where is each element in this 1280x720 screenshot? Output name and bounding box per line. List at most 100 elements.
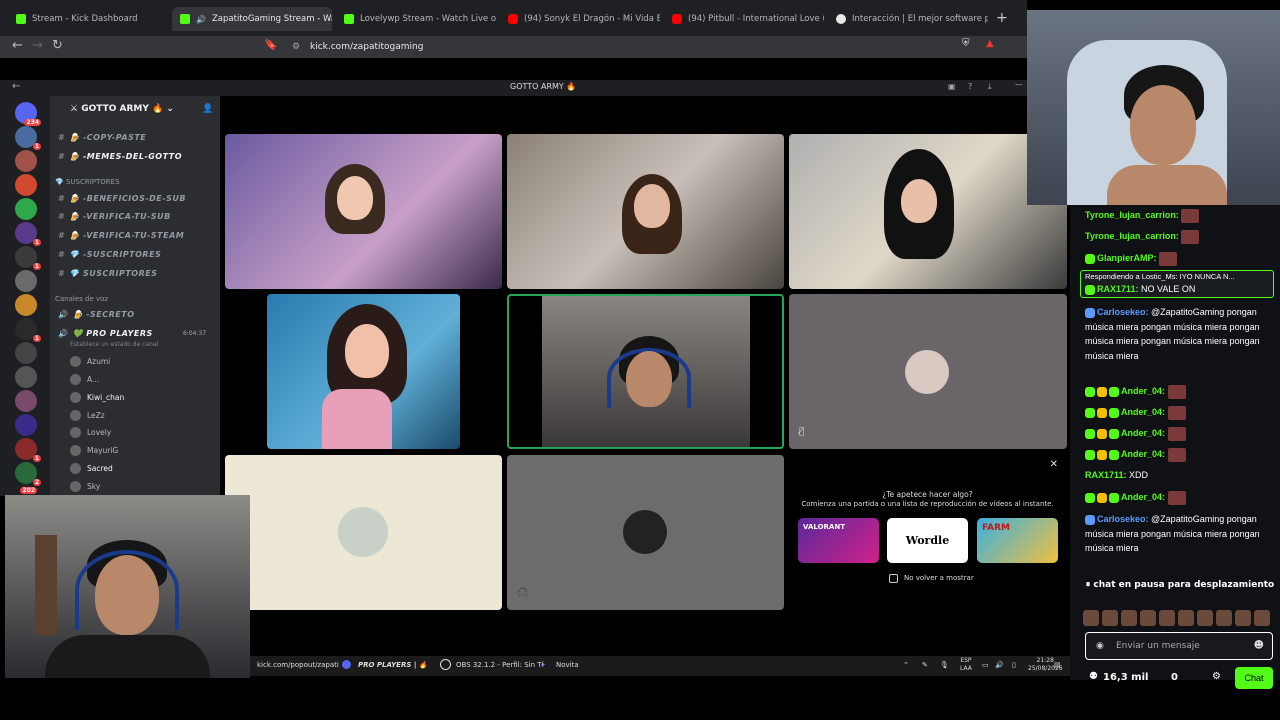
- channel-status[interactable]: Establece un estado de canal: [70, 341, 158, 348]
- gear-icon[interactable]: ⚙: [1212, 671, 1221, 682]
- activity-card-valorant[interactable]: VALORANT: [798, 518, 879, 563]
- voice-channel-pro-players[interactable]: 🔊 💚 PRO PLAYERS: [58, 329, 153, 338]
- chat-message[interactable]: Ander_04:: [1085, 447, 1275, 462]
- channel-copy-paste[interactable]: # 🍺 -COPY-PASTE: [58, 133, 146, 142]
- guild-name[interactable]: ⚔ GOTTO ARMY 🔥 ⌄: [70, 104, 174, 114]
- voice-member[interactable]: Lovely: [70, 427, 111, 438]
- server-icon[interactable]: 234: [15, 102, 41, 126]
- channel-suscriptores[interactable]: # 💎 -SUSCRIPTORES: [58, 250, 161, 259]
- taskbar-item-obs[interactable]: OBS 32.1.2 - Perfil: Sin Tí: [456, 661, 543, 669]
- emote[interactable]: [1121, 610, 1137, 626]
- emote[interactable]: [1216, 610, 1232, 626]
- emote[interactable]: [1159, 610, 1175, 626]
- add-member-icon[interactable]: 👤: [202, 104, 213, 114]
- address-bar[interactable]: ⚙ kick.com/zapatitogaming: [284, 38, 954, 56]
- chat-message[interactable]: Ander_04:: [1085, 384, 1275, 399]
- notifications-icon[interactable]: ▤: [1054, 661, 1061, 669]
- chat-message[interactable]: Tyrone_lujan_carrion:: [1085, 208, 1275, 223]
- video-tile-speaking[interactable]: [507, 294, 784, 449]
- tray-chevron-icon[interactable]: ⌃: [903, 661, 909, 669]
- reload-icon[interactable]: ↻: [52, 38, 63, 53]
- server-icon[interactable]: [15, 366, 37, 388]
- activity-card-farm[interactable]: FARM: [977, 518, 1058, 563]
- taskbar-item-browser[interactable]: kick.com/popout/zapati: [257, 661, 339, 669]
- language-indicator[interactable]: ESP LAA: [960, 657, 972, 673]
- bookmark-icon[interactable]: 🔖: [264, 38, 278, 51]
- chat-message[interactable]: Carlosekeo: @ZapatitoGaming pongan músic…: [1085, 305, 1275, 363]
- server-icon[interactable]: 1: [15, 126, 41, 150]
- channel-suscriptores-2[interactable]: # 💎 SUSCRIPTORES: [58, 269, 158, 278]
- server-icon[interactable]: [15, 390, 37, 412]
- browser-tab-pitbull[interactable]: (94) Pitbull - International Love (Offic: [664, 7, 824, 31]
- voice-member[interactable]: Sky: [70, 481, 100, 492]
- video-tile-avatar[interactable]: 🎙̸: [789, 294, 1067, 449]
- chat-input[interactable]: ◉ Enviar un mensaje ☻: [1085, 632, 1273, 660]
- inbox-icon[interactable]: ▣: [948, 82, 956, 91]
- browser-tab-lovelywp[interactable]: Lovelywp Stream - Watch Live on Kic: [336, 7, 496, 31]
- pen-icon[interactable]: ✎: [922, 661, 928, 669]
- activity-card-wordle[interactable]: Wordle: [887, 518, 968, 563]
- download-icon[interactable]: ⤓: [988, 82, 992, 92]
- server-icon[interactable]: 1: [15, 318, 41, 342]
- server-icon[interactable]: 1: [15, 438, 41, 462]
- voice-member[interactable]: LeZz: [70, 410, 105, 421]
- volume-icon[interactable]: 🔊: [995, 661, 1004, 669]
- chat-message-reply[interactable]: Respondiendo a Lostic_Ms: IYO NUNCA N...…: [1080, 270, 1274, 298]
- voice-member[interactable]: MayuriG: [70, 445, 118, 456]
- chat-paused-banner[interactable]: ⏸ chat en pausa para desplazamiento: [1085, 578, 1275, 593]
- channel-memes[interactable]: # 🍺 -MEMES-DEL-GOTTO: [58, 152, 182, 161]
- channel-verifica-steam[interactable]: # 🍺 -VERIFICA-TU-STEAM: [58, 231, 184, 240]
- server-icon[interactable]: 1: [15, 222, 41, 246]
- emote[interactable]: [1083, 610, 1099, 626]
- video-tile[interactable]: [507, 134, 784, 289]
- emoji-icon[interactable]: ☻: [1254, 633, 1264, 659]
- microphone-icon[interactable]: 🎙: [940, 661, 949, 669]
- browser-tab-kick-dashboard[interactable]: Stream - Kick Dashboard: [8, 7, 168, 31]
- server-icon[interactable]: [15, 174, 37, 196]
- browser-tab-zapatitogaming[interactable]: 🔊 ZapatitoGaming Stream - Wa ✕: [172, 7, 332, 31]
- dont-show-checkbox[interactable]: [889, 574, 898, 583]
- browser-tab-sonyk[interactable]: (94) Sonyk El Dragón - Mi Vida Eres: [500, 7, 660, 31]
- channel-beneficios[interactable]: # 🍺 -BENEFICIOS-DE-SUB: [58, 194, 186, 203]
- server-icon[interactable]: [15, 270, 37, 292]
- back-icon[interactable]: ←: [12, 38, 23, 53]
- send-chat-button[interactable]: Chat: [1235, 667, 1273, 689]
- server-icon[interactable]: 1: [15, 246, 41, 270]
- emote[interactable]: [1254, 610, 1270, 626]
- video-tile[interactable]: [789, 134, 1067, 289]
- emote[interactable]: [1235, 610, 1251, 626]
- chat-message[interactable]: Carlosekeo: @ZapatitoGaming pongan músic…: [1085, 512, 1275, 578]
- brave-rewards-icon[interactable]: ▲: [986, 38, 994, 49]
- server-icon[interactable]: [15, 198, 37, 220]
- browser-tab-interaccion[interactable]: Interacción | El mejor software para p: [828, 7, 988, 31]
- brave-shield-icon[interactable]: ⛨: [962, 38, 970, 49]
- server-icon[interactable]: [15, 342, 37, 364]
- emote[interactable]: [1178, 610, 1194, 626]
- close-icon[interactable]: ✕: [1050, 459, 1058, 470]
- video-tile[interactable]: [225, 134, 502, 289]
- voice-member[interactable]: Azumi: [70, 356, 110, 367]
- voice-member[interactable]: Kiwi_chan: [70, 392, 124, 403]
- video-tile-avatar[interactable]: 🎧: [507, 455, 784, 610]
- forward-icon[interactable]: →: [32, 38, 43, 53]
- server-icon[interactable]: [15, 150, 37, 172]
- help-icon[interactable]: ?: [968, 82, 972, 91]
- server-icon[interactable]: [15, 294, 37, 316]
- chat-message[interactable]: Ander_04:: [1085, 405, 1275, 420]
- video-tile[interactable]: [267, 294, 460, 449]
- emote[interactable]: [1140, 610, 1156, 626]
- new-tab-icon[interactable]: +: [996, 10, 1008, 26]
- battery-icon[interactable]: ▯: [1012, 661, 1016, 669]
- server-icon[interactable]: 2: [15, 462, 41, 486]
- minimize-icon[interactable]: —: [1015, 80, 1023, 89]
- chat-message[interactable]: Ander_04:: [1085, 426, 1275, 441]
- back-icon[interactable]: ←: [12, 81, 20, 92]
- channel-verifica-sub[interactable]: # 🍺 -VERIFICA-TU-SUB: [58, 212, 171, 221]
- network-icon[interactable]: ▭: [982, 661, 989, 669]
- emote[interactable]: [1197, 610, 1213, 626]
- chat-message[interactable]: Tyrone_lujan_carrion:: [1085, 229, 1275, 244]
- chat-message[interactable]: GlanpierAMP:: [1085, 251, 1275, 266]
- taskbar-item-discord[interactable]: PRO PLAYERS | 🔥: [358, 661, 428, 669]
- chat-message[interactable]: Ander_04:: [1085, 490, 1275, 505]
- taskbar-item-novita[interactable]: Novita: [556, 661, 579, 669]
